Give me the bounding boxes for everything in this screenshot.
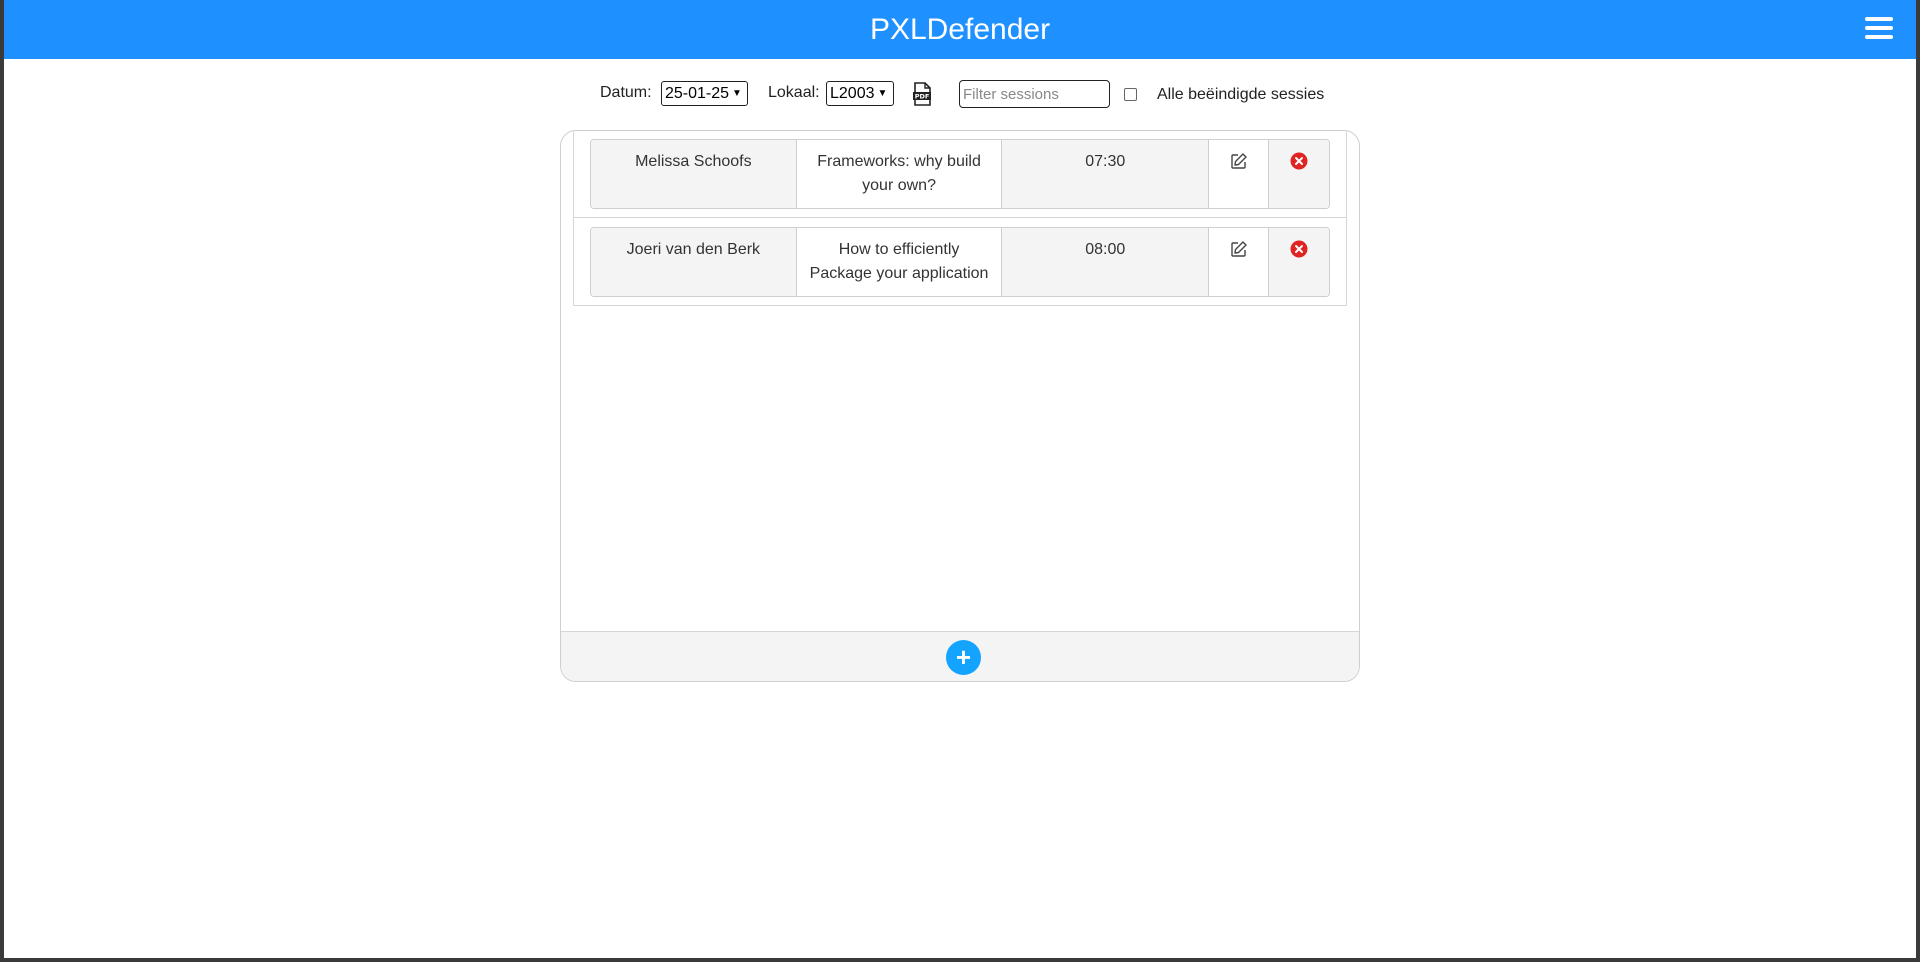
session-row[interactable]: Joeri van den Berk How to efficiently Pa…: [590, 227, 1330, 297]
session-time: 07:30: [1002, 140, 1210, 208]
app-title: PXLDefender: [869, 13, 1051, 46]
date-select-value: 25-01-25: [665, 84, 730, 102]
date-label: Datum:: [600, 84, 652, 101]
filter-sessions-input[interactable]: [959, 80, 1110, 108]
room-select-value: L2003: [830, 84, 875, 102]
red-x-circle-icon: [1290, 152, 1308, 170]
delete-button[interactable]: [1269, 140, 1329, 208]
date-select[interactable]: 25-01-25 ▼: [661, 81, 748, 106]
card-footer: +: [561, 631, 1359, 681]
speaker-name: Melissa Schoofs: [591, 140, 797, 208]
room-label: Lokaal:: [768, 84, 820, 101]
toolbar: Datum: 25-01-25 ▼ Lokaal: L2003 ▼ PDF Al…: [4, 80, 1916, 108]
edit-button[interactable]: [1209, 228, 1270, 296]
speaker-name: Joeri van den Berk: [591, 228, 797, 296]
add-session-button[interactable]: +: [946, 640, 981, 675]
header-bar: PXLDefender: [4, 0, 1916, 59]
delete-button[interactable]: [1269, 228, 1329, 296]
hamburger-menu-icon[interactable]: [1865, 17, 1893, 39]
session-title: Frameworks: why build your own?: [796, 140, 1003, 208]
chevron-down-icon: ▼: [732, 88, 742, 99]
list-item: Joeri van den Berk How to efficiently Pa…: [574, 218, 1346, 305]
session-time: 08:00: [1002, 228, 1210, 296]
ended-sessions-checkbox[interactable]: [1124, 88, 1137, 101]
pencil-edit-icon: [1230, 241, 1247, 257]
session-list: Melissa Schoofs Frameworks: why build yo…: [573, 131, 1347, 306]
edit-button[interactable]: [1209, 140, 1270, 208]
plus-icon: +: [955, 642, 972, 672]
chevron-down-icon: ▼: [877, 88, 888, 99]
session-title: How to efficiently Package your applicat…: [796, 228, 1003, 296]
pencil-edit-icon: [1230, 153, 1247, 169]
sessions-card: Melissa Schoofs Frameworks: why build yo…: [560, 130, 1360, 682]
app-window: PXLDefender Datum: 25-01-25 ▼ Lokaal: L2…: [4, 0, 1916, 958]
pdf-file-icon[interactable]: PDF: [912, 82, 932, 106]
ended-sessions-label: Alle beëindigde sessies: [1157, 86, 1325, 103]
red-x-circle-icon: [1290, 240, 1308, 258]
room-select[interactable]: L2003 ▼: [826, 81, 894, 106]
session-row[interactable]: Melissa Schoofs Frameworks: why build yo…: [590, 139, 1330, 209]
list-item: Melissa Schoofs Frameworks: why build yo…: [574, 131, 1346, 218]
svg-text:PDF: PDF: [915, 93, 930, 101]
